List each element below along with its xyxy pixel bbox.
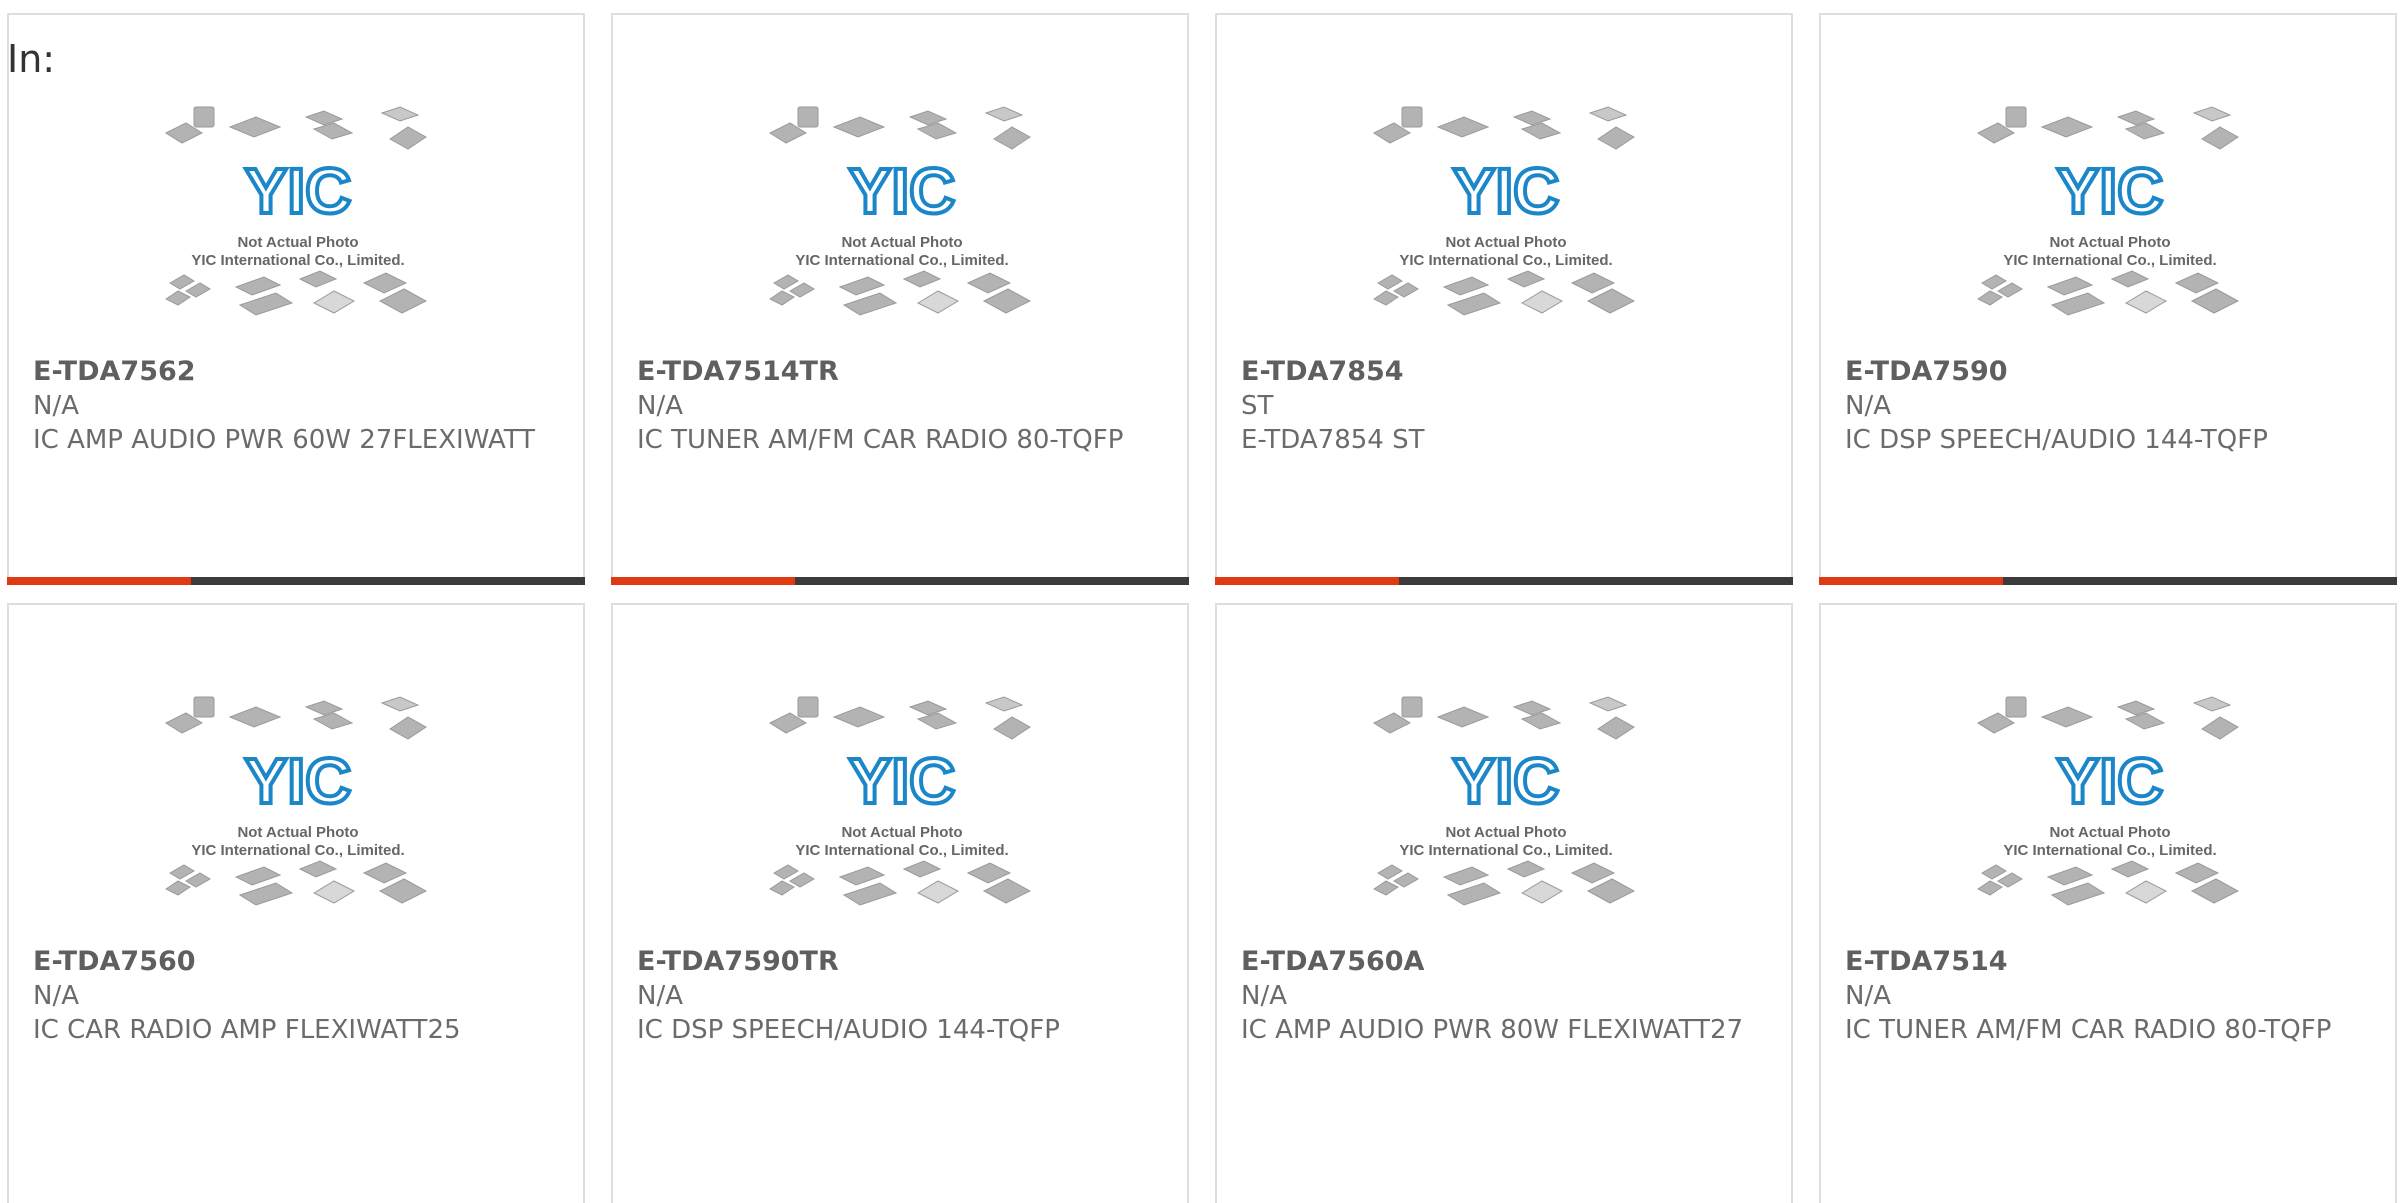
product-description: IC TUNER AM/FM CAR RADIO 80-TQFP: [637, 425, 1124, 455]
product-part-number[interactable]: E-TDA7854: [1241, 355, 1771, 389]
product-card[interactable]: YIC Not Actual Photo YIC International C…: [7, 603, 585, 1203]
product-part-number[interactable]: E-TDA7514TR: [637, 355, 1167, 389]
svg-text:YIC International Co., Limited: YIC International Co., Limited.: [191, 252, 404, 269]
product-card[interactable]: YIC Not Actual Photo YIC International C…: [7, 13, 585, 585]
yic-logo-icon: YIC: [245, 745, 352, 817]
product-placeholder-image: YIC Not Actual Photo YIC International C…: [1977, 696, 2239, 906]
svg-text:Not Actual Photo: Not Actual Photo: [2049, 234, 2170, 251]
product-description: IC DSP SPEECH/AUDIO 144-TQFP: [637, 1015, 1060, 1045]
svg-text:Not Actual Photo: Not Actual Photo: [237, 824, 358, 841]
card-bottom-bar: [1819, 577, 2397, 585]
product-placeholder-image: YIC Not Actual Photo YIC International C…: [1373, 696, 1635, 906]
product-manufacturer: N/A: [637, 391, 683, 421]
svg-text:YIC International Co., Limited: YIC International Co., Limited.: [2003, 252, 2216, 269]
yic-logo-icon: YIC: [849, 155, 956, 227]
yic-logo-icon: YIC: [2057, 155, 2164, 227]
svg-text:YIC International Co., Limited: YIC International Co., Limited.: [795, 842, 1008, 859]
svg-text:Not Actual Photo: Not Actual Photo: [2049, 824, 2170, 841]
product-description: IC AMP AUDIO PWR 60W 27FLEXIWATT: [33, 425, 536, 455]
filter-label: In:: [7, 37, 56, 81]
svg-text:YIC International Co., Limited: YIC International Co., Limited.: [2003, 842, 2216, 859]
product-card[interactable]: YIC Not Actual Photo YIC International C…: [1215, 603, 1793, 1203]
product-placeholder-image: YIC Not Actual Photo YIC International C…: [165, 696, 427, 906]
product-manufacturer: N/A: [33, 391, 79, 421]
product-part-number[interactable]: E-TDA7514: [1845, 945, 2375, 979]
product-placeholder-image: YIC Not Actual Photo YIC International C…: [769, 106, 1031, 316]
product-placeholder-image: YIC Not Actual Photo YIC International C…: [1977, 106, 2239, 316]
product-description: IC AMP AUDIO PWR 80W FLEXIWATT27: [1241, 1015, 1744, 1045]
product-card[interactable]: YIC Not Actual Photo YIC International C…: [611, 13, 1189, 585]
yic-logo-icon: YIC: [2057, 745, 2164, 817]
card-bottom-bar: [1215, 577, 1793, 585]
product-manufacturer: N/A: [1845, 981, 1891, 1011]
product-placeholder-image: YIC Not Actual Photo YIC International C…: [165, 106, 427, 316]
product-card[interactable]: YIC Not Actual Photo YIC International C…: [1819, 603, 2397, 1203]
product-manufacturer: N/A: [1241, 981, 1287, 1011]
svg-text:YIC International Co., Limited: YIC International Co., Limited.: [1399, 252, 1612, 269]
product-part-number[interactable]: E-TDA7590TR: [637, 945, 1167, 979]
svg-text:Not Actual Photo: Not Actual Photo: [1445, 824, 1566, 841]
product-part-number[interactable]: E-TDA7560: [33, 945, 563, 979]
product-placeholder-image: YIC Not Actual Photo YIC International C…: [1373, 106, 1635, 316]
svg-text:YIC International Co., Limited: YIC International Co., Limited.: [795, 252, 1008, 269]
yic-logo-icon: YIC: [245, 155, 352, 227]
product-part-number[interactable]: E-TDA7562: [33, 355, 563, 389]
yic-logo-icon: YIC: [1453, 745, 1560, 817]
product-manufacturer: N/A: [637, 981, 683, 1011]
product-manufacturer: N/A: [33, 981, 79, 1011]
card-bottom-bar: [7, 577, 585, 585]
card-bottom-bar: [611, 577, 1189, 585]
product-part-number[interactable]: E-TDA7590: [1845, 355, 2375, 389]
svg-text:Not Actual Photo: Not Actual Photo: [841, 234, 962, 251]
svg-text:YIC International Co., Limited: YIC International Co., Limited.: [191, 842, 404, 859]
product-part-number[interactable]: E-TDA7560A: [1241, 945, 1771, 979]
svg-text:Not Actual Photo: Not Actual Photo: [1445, 234, 1566, 251]
product-description: IC CAR RADIO AMP FLEXIWATT25: [33, 1015, 461, 1045]
svg-text:YIC International Co., Limited: YIC International Co., Limited.: [1399, 842, 1612, 859]
product-description: E-TDA7854 ST: [1241, 425, 1425, 455]
product-card[interactable]: YIC Not Actual Photo YIC International C…: [611, 603, 1189, 1203]
product-description: IC TUNER AM/FM CAR RADIO 80-TQFP: [1845, 1015, 2332, 1045]
product-placeholder-image: YIC Not Actual Photo YIC International C…: [769, 696, 1031, 906]
product-card[interactable]: YIC Not Actual Photo YIC International C…: [1819, 13, 2397, 585]
yic-logo-icon: YIC: [849, 745, 956, 817]
svg-text:Not Actual Photo: Not Actual Photo: [841, 824, 962, 841]
product-manufacturer: N/A: [1845, 391, 1891, 421]
product-description: IC DSP SPEECH/AUDIO 144-TQFP: [1845, 425, 2268, 455]
yic-logo-icon: YIC: [1453, 155, 1560, 227]
product-manufacturer: ST: [1241, 391, 1274, 421]
product-card[interactable]: YIC Not Actual Photo YIC International C…: [1215, 13, 1793, 585]
svg-text:Not Actual Photo: Not Actual Photo: [237, 234, 358, 251]
